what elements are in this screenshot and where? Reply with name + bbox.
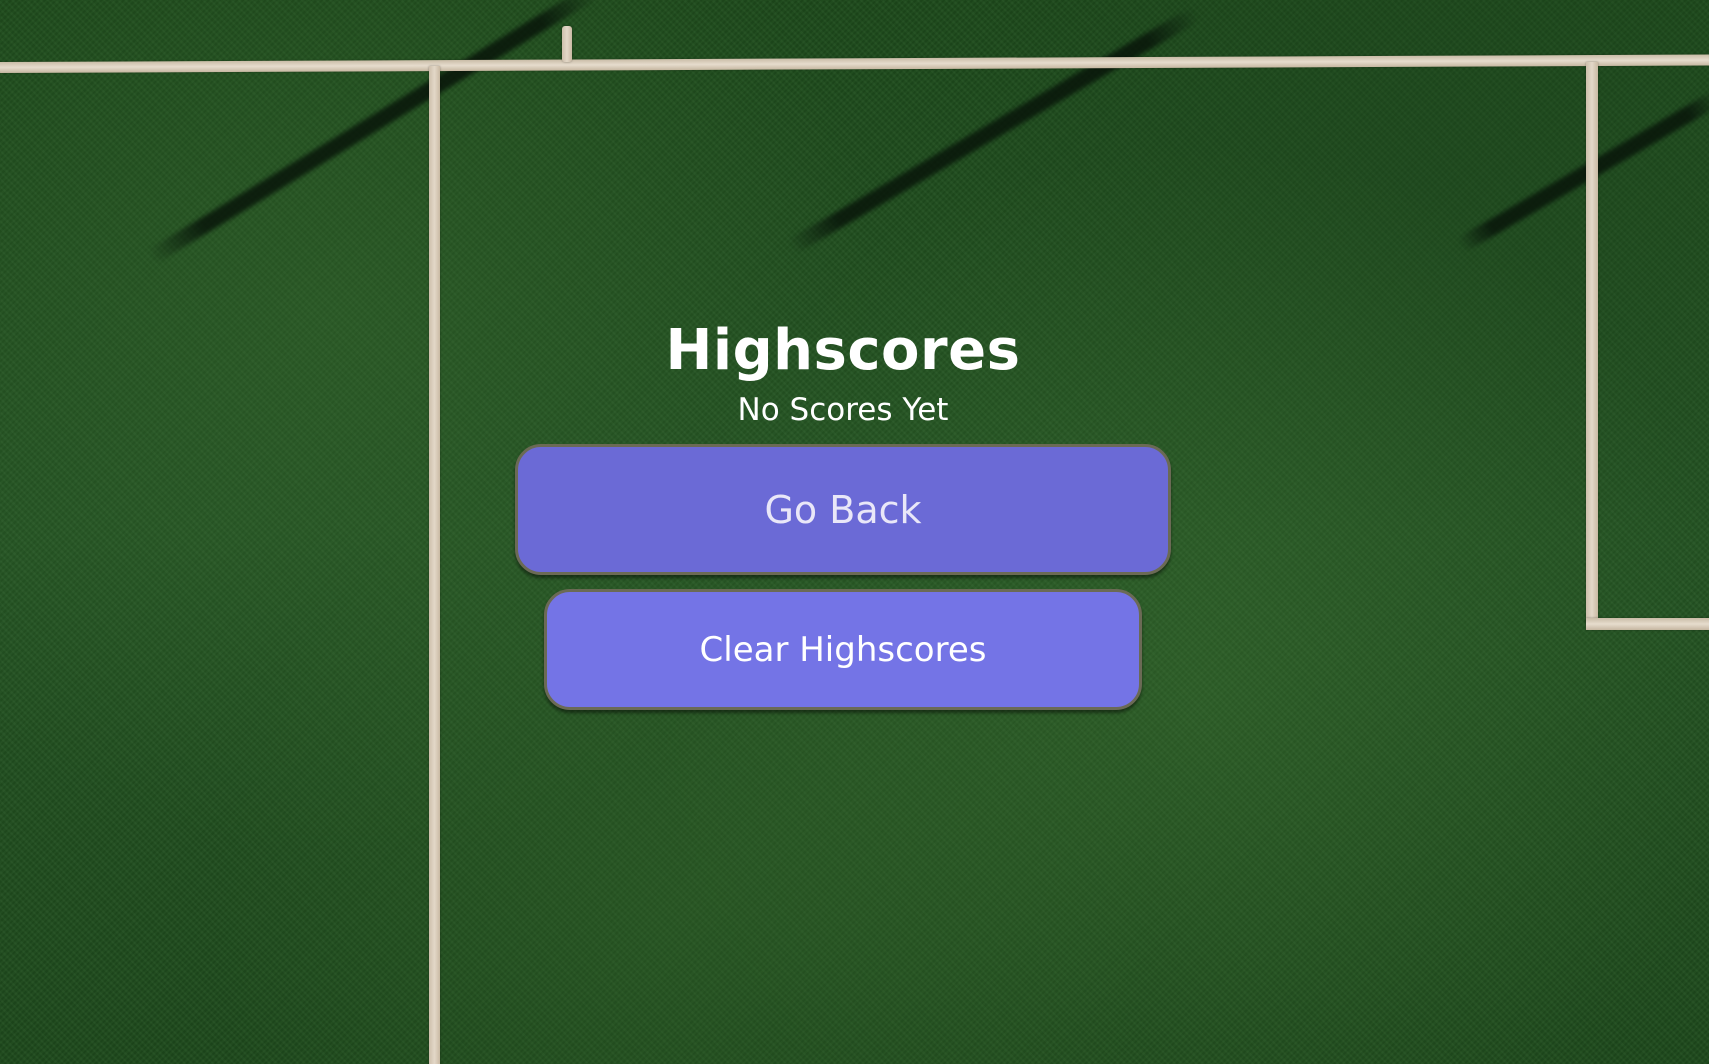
empty-scores-message: No Scores Yet <box>737 392 949 428</box>
highscores-panel: Highscores No Scores Yet Go Back Clear H… <box>0 314 1686 710</box>
clear-highscores-button[interactable]: Clear Highscores <box>544 589 1142 710</box>
go-back-button[interactable]: Go Back <box>515 444 1171 575</box>
go-back-label: Go Back <box>764 487 922 532</box>
field-line <box>0 54 1709 73</box>
page-title: Highscores <box>665 318 1021 383</box>
goal-shadow <box>786 6 1202 255</box>
clear-highscores-label: Clear Highscores <box>699 629 987 670</box>
goal-post <box>562 26 572 62</box>
goal-shadow <box>1456 89 1709 253</box>
goal-shadow <box>145 0 600 265</box>
